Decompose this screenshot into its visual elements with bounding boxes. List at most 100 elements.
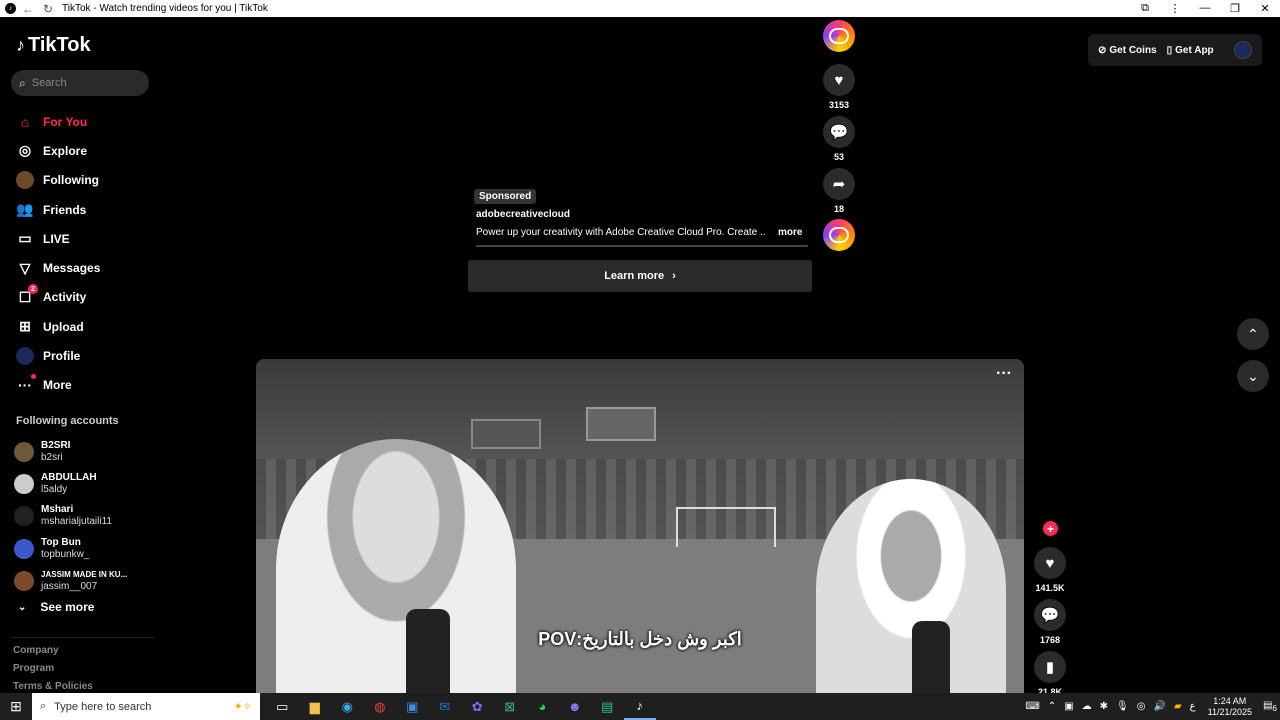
video-frame-scoreboard [586,407,656,441]
user-avatar[interactable] [1234,41,1252,59]
taskbar-search-input[interactable]: ⌕ Type here to search ✦✧ [32,693,260,720]
bookmark-icon: ▮ [1045,659,1055,676]
share-button[interactable]: ➦ [823,168,855,200]
tray-app-icon[interactable]: ✱ [1100,701,1108,712]
scroll-down-button[interactable]: ⌄ [1237,360,1269,392]
chevron-up-icon[interactable]: ⌃ [1048,701,1056,712]
language-indicator[interactable]: ع [1190,701,1196,712]
edge-icon[interactable]: ◉ [331,693,364,720]
account-item[interactable]: ABDULLAH l5aldy [14,468,154,500]
account-item[interactable]: Mshari msharialjutaili11 [14,500,154,532]
get-coins-button[interactable]: ⊘ Get Coins [1098,45,1157,56]
account-name: Top Bun [41,536,81,548]
onedrive-icon[interactable]: ☁ [1082,701,1092,712]
comment-button[interactable]: 💬 [823,116,855,148]
heart-icon: ♥ [834,71,844,89]
keyboard-icon[interactable]: ⌨ [1025,701,1039,712]
store-icon[interactable]: ▣ [396,693,429,720]
activity-icon: ☐ 2 [16,284,38,306]
outlook-icon[interactable]: ✉ [429,693,462,720]
discord-icon[interactable]: ☻ [559,693,592,720]
notification-count: 6 [1272,703,1278,713]
see-more-button[interactable]: ⌄ See more [18,600,94,614]
like-button[interactable]: ♥ [823,64,855,96]
back-arrow-icon[interactable]: ← [18,2,38,16]
footer-links: Company Program Terms & Policies [13,642,93,696]
notification-center-icon[interactable]: ▤6 [1260,700,1280,713]
spotify-icon[interactable]: ◕ [526,693,559,720]
account-item[interactable]: Top Bun topbunkw_ [14,533,154,565]
avatar [14,506,34,527]
close-button[interactable]: ✕ [1250,2,1280,15]
home-icon: ⌂ [20,113,30,130]
task-view-icon[interactable]: ▭ [266,693,299,720]
scroll-up-button[interactable]: ⌃ [1237,318,1269,350]
tiktok-logo[interactable]: ♪ TikTok [16,34,91,57]
nav-item-explore[interactable]: ◎ Explore [0,136,160,165]
minimize-button[interactable]: — [1190,2,1220,15]
avatar [14,538,34,559]
ad-username[interactable]: adobecreativecloud [476,209,570,220]
volume-icon[interactable]: 🔊 [1153,701,1165,712]
nav-item-profile[interactable]: Profile [0,341,160,370]
share-icon: ➦ [832,176,846,193]
network-icon[interactable]: ◎ [1137,701,1146,712]
terminal-icon[interactable]: ⊠ [494,693,527,720]
creative-cloud-sound-icon[interactable] [823,219,855,251]
nav-item-more[interactable]: ··· More [0,371,160,400]
extensions-icon[interactable]: ⧉ [1130,2,1160,15]
battery-icon[interactable]: ▰ [1174,701,1182,712]
browser-titlebar: ♪ ← ↻ TikTok - Watch trending videos for… [0,0,1280,17]
mic-icon[interactable]: 🎙 [1116,701,1129,712]
nav-item-activity[interactable]: ☐ 2 Activity [0,283,160,312]
get-app-button[interactable]: ▯ Get App [1167,45,1214,56]
learn-more-button[interactable]: Learn more › [468,260,812,292]
search-input[interactable]: ⌕ Search [11,70,149,96]
window-title: TikTok - Watch trending videos for you |… [62,3,268,14]
comment-icon: 💬 [829,124,849,141]
nav-item-live[interactable]: ▭ LIVE [0,224,160,253]
reload-icon[interactable]: ↻ [38,2,58,16]
tiktok-note-icon: ♪ [16,35,25,55]
account-item[interactable]: JASSIM MADE IN KU... jassim__007 [14,565,154,597]
search-icon: ⌕ [40,700,47,712]
video-comment-button[interactable]: 💬 [1034,599,1066,631]
creative-cloud-avatar-icon[interactable] [823,20,855,52]
nav-item-friends[interactable]: 👥 Friends [0,195,160,224]
nav-item-messages[interactable]: ▽ Messages [0,253,160,282]
video-frame-microphone [406,609,450,693]
copilot-icon[interactable]: ✿ [461,693,494,720]
nav-item-following[interactable]: Following [0,166,160,195]
tiktok-taskbar-icon[interactable]: ♪ [623,693,656,720]
following-accounts-title: Following accounts [16,415,119,427]
more-options-icon[interactable]: ··· [996,365,1012,383]
nav-item-for-you[interactable]: ⌂ For You [0,107,160,136]
chevron-down-icon: ⌄ [18,601,27,613]
video-player[interactable]: اكبر وش دخل بالتاريخ:POV ··· [256,359,1024,693]
clock[interactable]: 1:24 AM 11/21/2025 [1208,696,1252,718]
account-item[interactable]: B2SRI b2sri [14,436,154,468]
app-icon[interactable]: ▤ [591,693,624,720]
windows-start-icon[interactable]: ⊞ [0,698,32,715]
clock-time: 1:24 AM [1213,695,1247,706]
footer-link-program[interactable]: Program [13,660,93,678]
restore-button[interactable]: ❐ [1220,2,1250,15]
ad-more-button[interactable]: more [778,227,802,238]
nav-label: Explore [43,143,88,158]
footer-link-company[interactable]: Company [13,642,93,660]
account-username: jassim__007 [41,580,98,592]
follow-plus-button[interactable]: + [1043,521,1058,536]
tiktok-app-icon: ♪ [0,0,18,17]
menu-dots-icon[interactable]: ⋮ [1160,2,1190,15]
video-save-button[interactable]: ▮ [1034,651,1066,683]
chrome-icon[interactable]: ◍ [364,693,397,720]
video-like-button[interactable]: ♥ [1034,547,1066,579]
nav-item-upload[interactable]: ⊞ Upload [0,312,160,341]
video-frame-scoreboard [471,419,541,449]
phone-icon: ▯ [1166,44,1173,56]
tray-app-icon[interactable]: ▣ [1064,701,1073,712]
account-username: msharialjutaili11 [41,516,112,528]
ad-progress-bar[interactable] [476,245,808,247]
file-explorer-icon[interactable]: ▆ [299,693,332,720]
header-actions: ⊘ Get Coins ▯ Get App [1088,34,1262,66]
